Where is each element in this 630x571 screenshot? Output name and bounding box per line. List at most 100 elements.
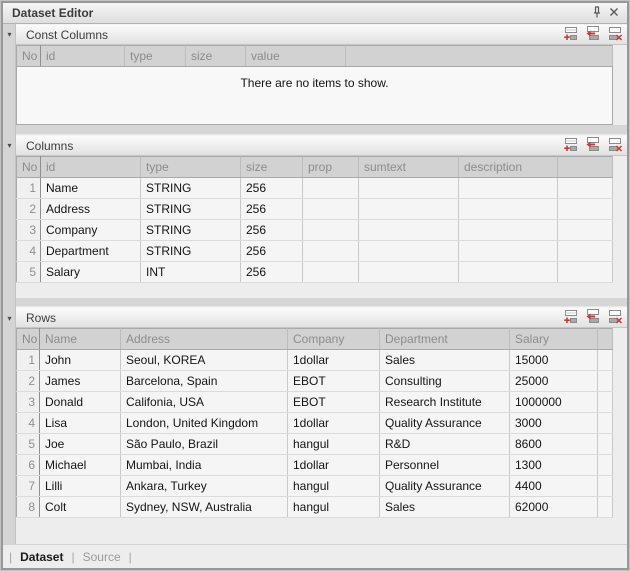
cell-department[interactable]: Consulting — [380, 371, 510, 392]
row-number-cell[interactable]: 8 — [17, 497, 40, 518]
cell-description[interactable] — [459, 220, 558, 241]
row-number-cell[interactable]: 4 — [17, 413, 40, 434]
cell-salary[interactable]: 1300 — [510, 455, 598, 476]
cell-salary[interactable]: 4400 — [510, 476, 598, 497]
cell-salary[interactable]: 3000 — [510, 413, 598, 434]
cell-address[interactable]: Barcelona, Spain — [121, 371, 288, 392]
cell-description[interactable] — [459, 241, 558, 262]
row-number-cell[interactable]: 7 — [17, 476, 40, 497]
cell-address[interactable]: Sydney, NSW, Australia — [121, 497, 288, 518]
cell-name[interactable]: Lisa — [40, 413, 121, 434]
cell-department[interactable]: Quality Assurance — [380, 413, 510, 434]
cell-id[interactable]: Salary — [41, 262, 141, 283]
row-number-cell[interactable]: 3 — [17, 220, 41, 241]
cell-type[interactable]: STRING — [141, 220, 241, 241]
cell-salary[interactable]: 62000 — [510, 497, 598, 518]
cell-name[interactable]: Donald — [40, 392, 121, 413]
row-number-cell[interactable]: 6 — [17, 455, 40, 476]
cell-salary[interactable]: 1000000 — [510, 392, 598, 413]
cell-id[interactable]: Department — [41, 241, 141, 262]
cell-size[interactable]: 256 — [241, 262, 303, 283]
cell-id[interactable]: Name — [41, 178, 141, 199]
cell-sumtext[interactable] — [359, 262, 459, 283]
cell-department[interactable]: Research Institute — [380, 392, 510, 413]
cell-sumtext[interactable] — [359, 199, 459, 220]
row-number-cell[interactable]: 5 — [17, 434, 40, 455]
cell-address[interactable]: Mumbai, India — [121, 455, 288, 476]
insert-row-button[interactable] — [583, 309, 602, 326]
delete-row-button[interactable] — [605, 137, 624, 154]
cell-name[interactable]: Michael — [40, 455, 121, 476]
cell-company[interactable]: hangul — [288, 434, 380, 455]
cell-salary[interactable]: 25000 — [510, 371, 598, 392]
cell-address[interactable]: London, United Kingdom — [121, 413, 288, 434]
collapse-const-columns-button[interactable]: ▾ — [4, 28, 15, 41]
cell-id[interactable]: Company — [41, 220, 141, 241]
cell-company[interactable]: EBOT — [288, 392, 380, 413]
cell-description[interactable] — [459, 178, 558, 199]
cell-company[interactable]: 1dollar — [288, 455, 380, 476]
cell-company[interactable]: 1dollar — [288, 350, 380, 371]
cell-address[interactable]: Seoul, KOREA — [121, 350, 288, 371]
section-header-rows: Rows — [16, 307, 627, 328]
cell-department[interactable]: Personnel — [380, 455, 510, 476]
cell-size[interactable]: 256 — [241, 178, 303, 199]
close-button[interactable] — [605, 5, 622, 21]
add-row-button[interactable] — [561, 309, 580, 326]
cell-size[interactable]: 256 — [241, 220, 303, 241]
cell-salary[interactable]: 8600 — [510, 434, 598, 455]
cell-company[interactable]: 1dollar — [288, 413, 380, 434]
cell-description[interactable] — [459, 199, 558, 220]
cell-company[interactable]: hangul — [288, 497, 380, 518]
cell-size[interactable]: 256 — [241, 241, 303, 262]
delete-row-button[interactable] — [605, 309, 624, 326]
cell-address[interactable]: Califonia, USA — [121, 392, 288, 413]
row-number-cell[interactable]: 3 — [17, 392, 40, 413]
collapse-rows-button[interactable]: ▾ — [4, 312, 15, 325]
add-row-button[interactable] — [561, 137, 580, 154]
cell-type[interactable]: STRING — [141, 199, 241, 220]
cell-address[interactable]: Ankara, Turkey — [121, 476, 288, 497]
cell-name[interactable]: Joe — [40, 434, 121, 455]
cell-salary[interactable]: 15000 — [510, 350, 598, 371]
cell-type[interactable]: STRING — [141, 241, 241, 262]
cell-company[interactable]: EBOT — [288, 371, 380, 392]
cell-name[interactable]: James — [40, 371, 121, 392]
cell-sumtext[interactable] — [359, 241, 459, 262]
row-number-cell[interactable]: 1 — [17, 178, 41, 199]
row-number-cell[interactable]: 2 — [17, 371, 40, 392]
cell-prop[interactable] — [303, 262, 359, 283]
collapse-columns-button[interactable]: ▾ — [4, 139, 15, 152]
cell-name[interactable]: Lilli — [40, 476, 121, 497]
cell-type[interactable]: INT — [141, 262, 241, 283]
cell-sumtext[interactable] — [359, 178, 459, 199]
row-number-cell[interactable]: 1 — [17, 350, 40, 371]
tab-source[interactable]: Source — [83, 550, 121, 564]
delete-row-button[interactable] — [605, 26, 624, 43]
cell-name[interactable]: John — [40, 350, 121, 371]
cell-id[interactable]: Address — [41, 199, 141, 220]
row-number-cell[interactable]: 5 — [17, 262, 41, 283]
insert-row-button[interactable] — [583, 26, 602, 43]
row-number-cell[interactable]: 4 — [17, 241, 41, 262]
cell-prop[interactable] — [303, 178, 359, 199]
pin-button[interactable] — [588, 5, 605, 21]
cell-type[interactable]: STRING — [141, 178, 241, 199]
cell-department[interactable]: Quality Assurance — [380, 476, 510, 497]
cell-prop[interactable] — [303, 199, 359, 220]
cell-company[interactable]: hangul — [288, 476, 380, 497]
cell-address[interactable]: São Paulo, Brazil — [121, 434, 288, 455]
cell-department[interactable]: R&D — [380, 434, 510, 455]
cell-size[interactable]: 256 — [241, 199, 303, 220]
row-number-cell[interactable]: 2 — [17, 199, 41, 220]
cell-prop[interactable] — [303, 241, 359, 262]
cell-sumtext[interactable] — [359, 220, 459, 241]
add-row-button[interactable] — [561, 26, 580, 43]
cell-description[interactable] — [459, 262, 558, 283]
cell-prop[interactable] — [303, 220, 359, 241]
insert-row-button[interactable] — [583, 137, 602, 154]
cell-department[interactable]: Sales — [380, 497, 510, 518]
cell-department[interactable]: Sales — [380, 350, 510, 371]
cell-name[interactable]: Colt — [40, 497, 121, 518]
tab-dataset[interactable]: Dataset — [20, 550, 63, 564]
